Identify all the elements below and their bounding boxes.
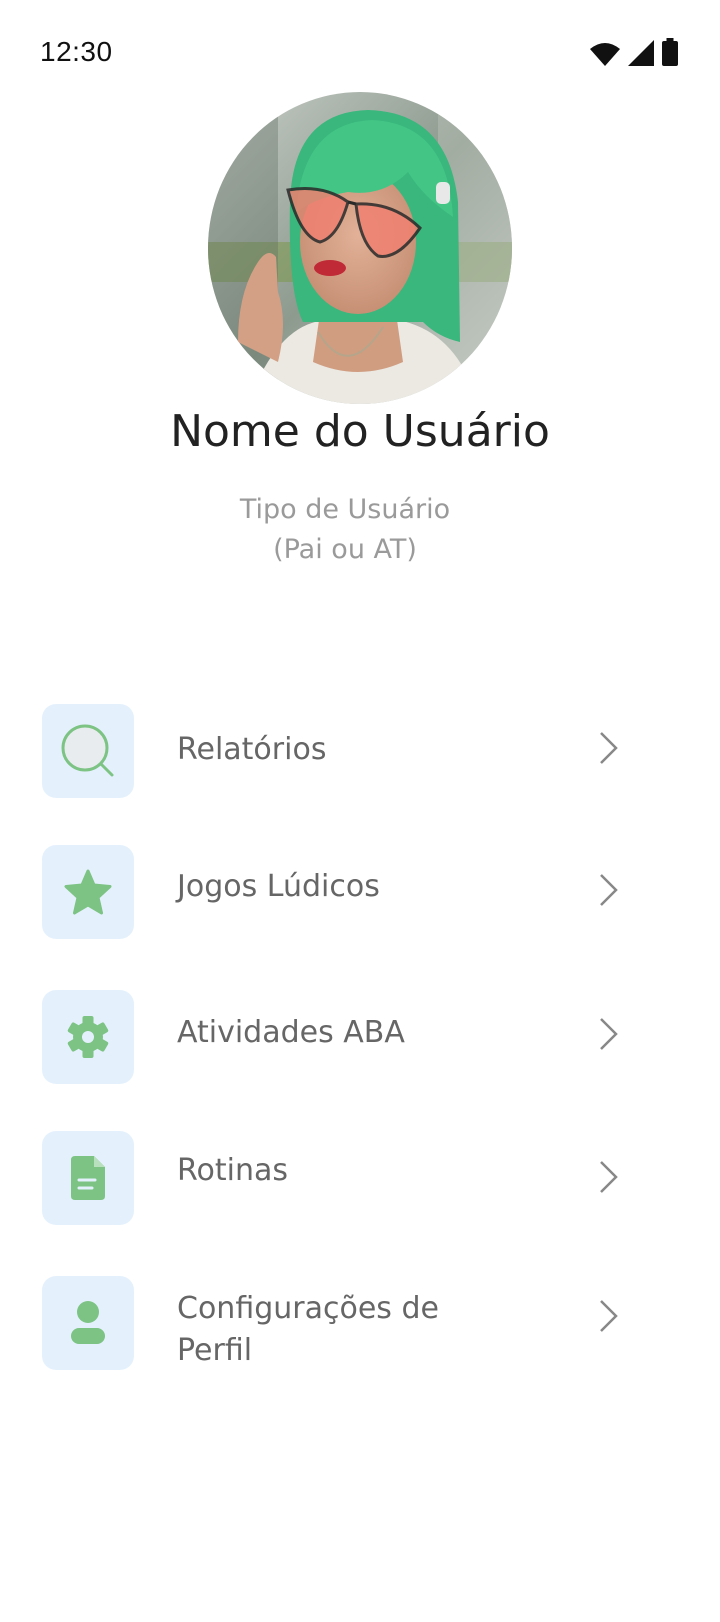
menu-icon-box [42,990,134,1084]
search-icon [58,721,118,781]
chevron-right-icon [597,872,621,908]
menu-label: Configurações de Perfil [177,1291,439,1368]
menu-item-configuracoes-perfil[interactable]: Configurações de Perfil [42,1276,642,1370]
chevron-right-icon [597,1298,621,1334]
menu-item-jogos-ludicos[interactable]: Jogos Lúdicos [42,845,642,939]
document-icon [68,1155,108,1201]
menu-item-atividades-aba[interactable]: Atividades ABA [42,990,642,1084]
menu-icon-box [42,1131,134,1225]
gear-icon [65,1014,111,1060]
menu-label: Atividades ABA [177,1015,405,1050]
menu-icon-box [42,1276,134,1370]
menu-icon-box [42,845,134,939]
person-icon [68,1300,108,1346]
menu-label: Rotinas [177,1153,288,1188]
menu-list: Relatórios Jogos Lúdicos Atividades ABA … [0,0,720,1622]
menu-icon-box [42,704,134,798]
menu-item-rotinas[interactable]: Rotinas [42,1131,642,1225]
chevron-right-icon [597,1016,621,1052]
menu-label: Relatórios [177,732,327,767]
chevron-right-icon [597,730,621,766]
chevron-right-icon [597,1159,621,1195]
menu-item-relatorios[interactable]: Relatórios [42,704,642,798]
menu-label: Jogos Lúdicos [177,869,380,904]
star-icon [64,869,112,915]
